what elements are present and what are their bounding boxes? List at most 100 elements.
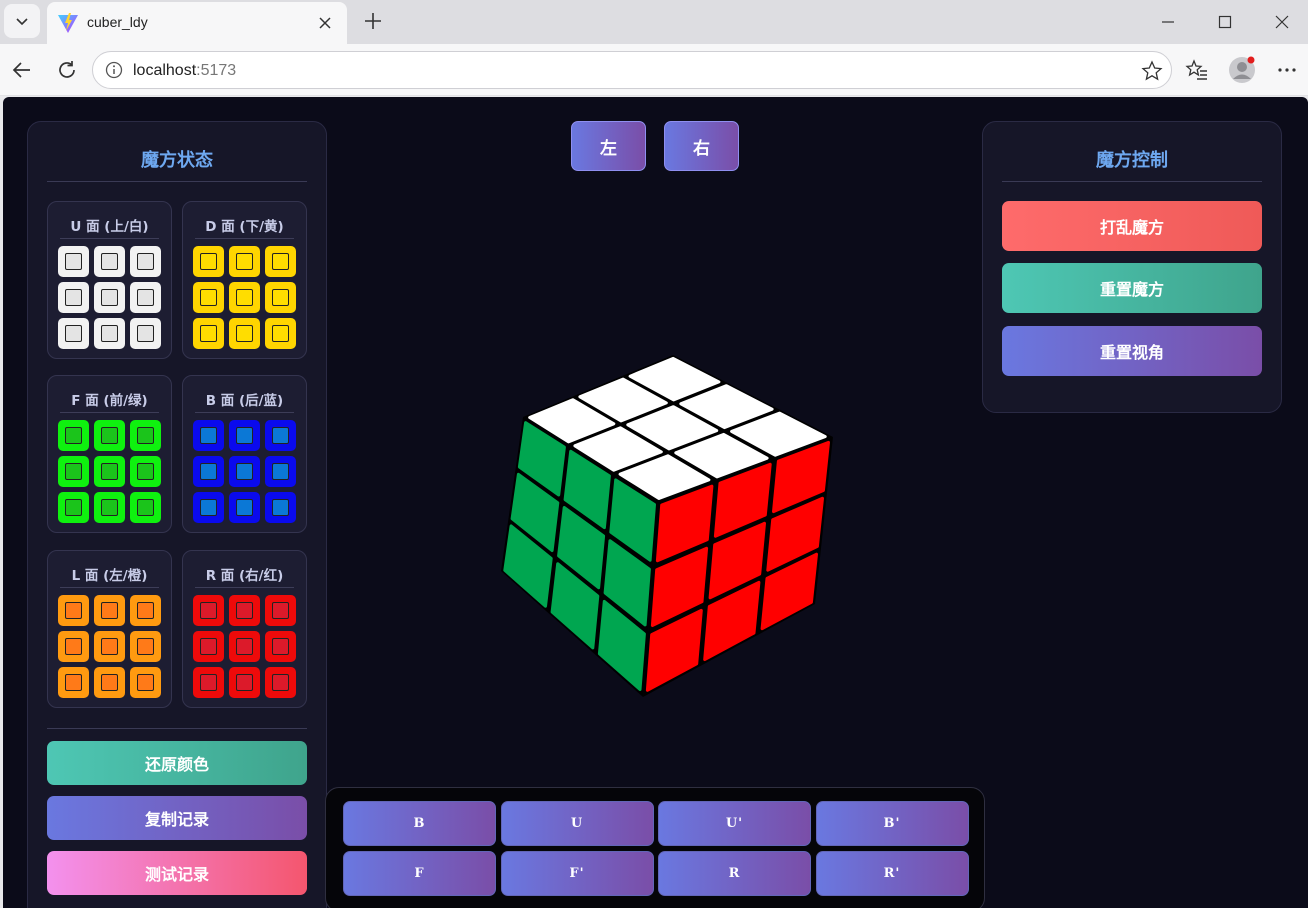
face-sticker[interactable]: [94, 667, 125, 698]
face-sticker[interactable]: [130, 631, 161, 662]
rubiks-cube-3d[interactable]: [483, 345, 843, 705]
close-icon: [319, 17, 331, 29]
move-button[interactable]: B': [815, 801, 969, 846]
face-sticker[interactable]: [58, 246, 89, 277]
copy-record-button[interactable]: 复制记录: [47, 796, 307, 840]
face-sticker[interactable]: [265, 456, 296, 487]
move-button[interactable]: F': [500, 851, 654, 896]
face-sticker[interactable]: [193, 456, 224, 487]
face-sticker[interactable]: [130, 282, 161, 313]
browser-tab[interactable]: cuber_ldy: [47, 2, 347, 44]
face-sticker[interactable]: [58, 456, 89, 487]
more-menu-button[interactable]: [1273, 56, 1301, 84]
face-sticker[interactable]: [58, 492, 89, 523]
face-label: B 面 (后/蓝): [205, 393, 284, 409]
face-sticker[interactable]: [130, 667, 161, 698]
rotate-right-button[interactable]: 右: [664, 121, 739, 171]
face-sticker[interactable]: [193, 318, 224, 349]
face-sticker[interactable]: [193, 595, 224, 626]
face-box: D 面 (下/黄): [182, 201, 307, 359]
face-sticker[interactable]: [193, 631, 224, 662]
face-sticker[interactable]: [193, 282, 224, 313]
face-sticker[interactable]: [94, 456, 125, 487]
restore-colors-button[interactable]: 还原颜色: [47, 741, 307, 785]
address-bar[interactable]: localhost:5173: [92, 51, 1172, 89]
face-sticker[interactable]: [265, 246, 296, 277]
face-sticker[interactable]: [229, 595, 260, 626]
face-sticker[interactable]: [229, 318, 260, 349]
face-sticker[interactable]: [265, 318, 296, 349]
face-sticker[interactable]: [265, 631, 296, 662]
move-button[interactable]: U: [500, 801, 654, 846]
reset-view-button[interactable]: 重置视角: [1002, 326, 1262, 376]
face-sticker[interactable]: [265, 420, 296, 451]
reload-button[interactable]: [51, 54, 83, 86]
face-sticker[interactable]: [193, 667, 224, 698]
face-sticker[interactable]: [58, 318, 89, 349]
face-sticker[interactable]: [265, 595, 296, 626]
face-sticker[interactable]: [229, 246, 260, 277]
ellipsis-icon: [1278, 68, 1296, 72]
arrow-left-icon: [12, 62, 30, 78]
face-sticker[interactable]: [94, 492, 125, 523]
face-sticker[interactable]: [265, 282, 296, 313]
face-divider: [195, 238, 294, 239]
profile-button[interactable]: [1228, 56, 1256, 84]
face-sticker[interactable]: [130, 456, 161, 487]
face-sticker[interactable]: [94, 595, 125, 626]
vite-logo-icon: [58, 13, 78, 33]
face-sticker[interactable]: [229, 420, 260, 451]
face-sticker[interactable]: [130, 492, 161, 523]
face-sticker[interactable]: [130, 420, 161, 451]
face-sticker[interactable]: [229, 667, 260, 698]
test-record-button[interactable]: 测试记录: [47, 851, 307, 895]
minimize-button[interactable]: [1146, 4, 1190, 40]
face-sticker[interactable]: [58, 420, 89, 451]
face-sticker[interactable]: [94, 420, 125, 451]
move-button[interactable]: U': [658, 801, 811, 846]
face-label: D 面 (下/黄): [205, 219, 284, 235]
back-button[interactable]: [6, 54, 38, 86]
face-sticker[interactable]: [193, 420, 224, 451]
face-sticker[interactable]: [130, 595, 161, 626]
move-button[interactable]: B: [343, 801, 496, 846]
face-sticker[interactable]: [94, 246, 125, 277]
face-sticker[interactable]: [193, 492, 224, 523]
moves-panel: B U U' B' F F' R R': [325, 787, 985, 908]
face-sticker[interactable]: [229, 631, 260, 662]
move-button[interactable]: R: [658, 851, 811, 896]
reset-cube-button[interactable]: 重置魔方: [1002, 263, 1262, 313]
face-sticker[interactable]: [58, 282, 89, 313]
move-button[interactable]: F: [343, 851, 496, 896]
scramble-cube-button[interactable]: 打乱魔方: [1002, 201, 1262, 251]
face-divider: [60, 238, 159, 239]
face-sticker[interactable]: [229, 282, 260, 313]
rotate-left-button[interactable]: 左: [571, 121, 646, 171]
face-sticker[interactable]: [229, 492, 260, 523]
face-sticker[interactable]: [58, 631, 89, 662]
face-sticker[interactable]: [130, 318, 161, 349]
tab-close-button[interactable]: [313, 11, 337, 35]
face-divider: [60, 587, 159, 588]
browser-tab-bar: cuber_ldy: [0, 0, 1308, 44]
face-box: B 面 (后/蓝): [182, 375, 307, 533]
window-close-button[interactable]: [1260, 4, 1304, 40]
face-sticker[interactable]: [265, 492, 296, 523]
face-sticker[interactable]: [94, 631, 125, 662]
favorite-star-icon[interactable]: [1141, 60, 1163, 82]
tab-list-button[interactable]: [4, 4, 40, 38]
maximize-button[interactable]: [1203, 4, 1247, 40]
face-sticker[interactable]: [193, 246, 224, 277]
face-box: F 面 (前/绿): [47, 375, 172, 533]
move-button[interactable]: R': [815, 851, 969, 896]
face-sticker[interactable]: [58, 667, 89, 698]
face-sticker[interactable]: [265, 667, 296, 698]
new-tab-button[interactable]: [358, 6, 388, 36]
face-sticker[interactable]: [130, 246, 161, 277]
face-sticker[interactable]: [94, 318, 125, 349]
face-sticker[interactable]: [229, 456, 260, 487]
face-sticker[interactable]: [58, 595, 89, 626]
face-sticker[interactable]: [94, 282, 125, 313]
minimize-icon: [1162, 21, 1174, 23]
favorites-button[interactable]: [1183, 56, 1211, 84]
